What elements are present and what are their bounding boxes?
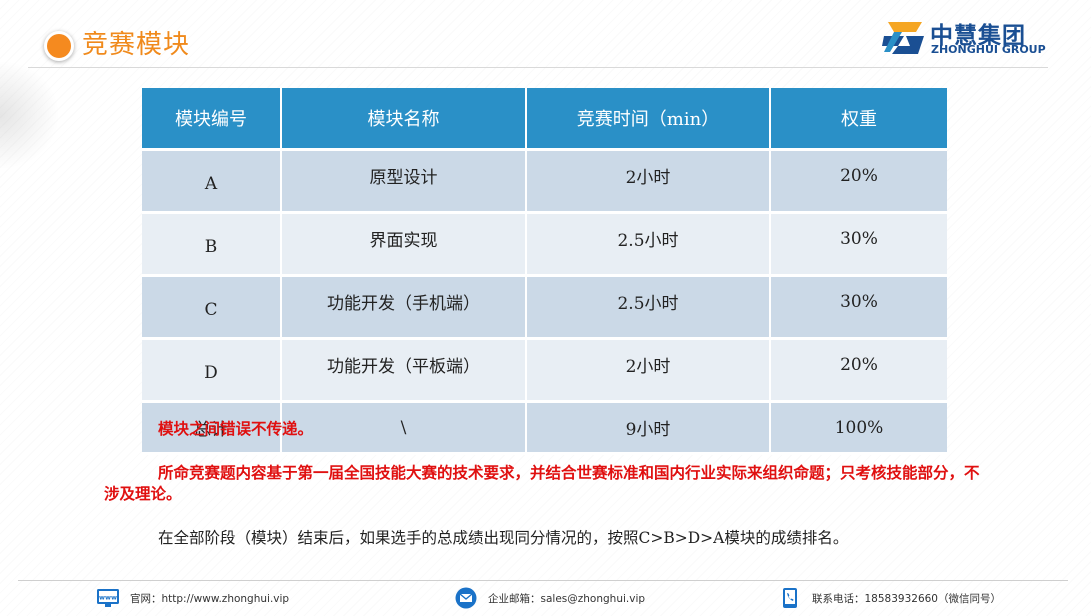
phone-text: 联系电话：18583932660（微信同号）: [812, 592, 1001, 605]
phone-icon: [783, 588, 797, 608]
website-text: 官网：http://www.zhonghui.vip: [130, 592, 290, 605]
globe-www-icon: www: [97, 589, 119, 607]
table-row: D 功能开发（平板端） 2小时 20%: [142, 338, 947, 403]
zhonghui-logo-icon: [882, 22, 924, 54]
table-row: A 原型设计 2小时 20%: [142, 149, 947, 214]
cell-module-id: C: [142, 275, 282, 340]
left-shadow-decoration: [0, 60, 60, 170]
company-logo: 中慧集团 ZHONGHUI GROUP: [882, 16, 1052, 60]
cell-weight: 20%: [770, 338, 947, 403]
header-module-name: 模块名称: [281, 88, 527, 151]
table-header-row: 模块编号 模块名称 竞赛时间（min） 权重: [142, 88, 947, 151]
note-error-rule: 模块之间错误不传递。: [158, 419, 314, 438]
cell-weight: 30%: [770, 275, 947, 340]
footer-website: www 官网：http://www.zhonghui.vip: [96, 584, 289, 612]
cell-duration: 2小时: [526, 338, 771, 403]
www-icon-label: www: [99, 594, 117, 602]
mail-icon: [455, 587, 477, 609]
email-text: 企业邮箱：sales@zhonghui.vip: [488, 592, 646, 605]
note-tie-break: 在全部阶段（模块）结束后，如果选手的总成绩出现同分情况的，按照C>B>D>A模块…: [158, 529, 849, 547]
cell-module-id: D: [142, 338, 282, 403]
cell-weight: 20%: [770, 149, 947, 214]
table-row: C 功能开发（手机端） 2.5小时 30%: [142, 275, 947, 340]
cell-module-name: 原型设计: [281, 149, 527, 214]
cell-duration: 9小时: [526, 401, 771, 455]
header-weight: 权重: [770, 88, 947, 151]
orange-bullet-icon: [44, 31, 74, 61]
module-table: 模块编号 模块名称 竞赛时间（min） 权重 A 原型设计 2小时 20% B …: [142, 88, 947, 455]
cell-module-name: \: [281, 401, 527, 455]
page-title: 竞赛模块: [82, 30, 191, 60]
cell-duration: 2.5小时: [526, 212, 771, 277]
header-module-id: 模块编号: [142, 88, 282, 151]
header-divider: [28, 67, 1048, 68]
logo-english-text: ZHONGHUI GROUP: [931, 43, 1046, 56]
table-row: B 界面实现 2.5小时 30%: [142, 212, 947, 277]
cell-module-id: B: [142, 212, 282, 277]
cell-weight: 100%: [770, 401, 947, 455]
footer-divider: [18, 580, 1068, 581]
cell-weight: 30%: [770, 212, 947, 277]
cell-duration: 2小时: [526, 149, 771, 214]
cell-module-name: 功能开发（平板端）: [281, 338, 527, 403]
footer: www 官网：http://www.zhonghui.vip 企业邮箱：sale…: [0, 584, 1091, 612]
footer-phone: 联系电话：18583932660（微信同号）: [778, 584, 1001, 612]
cell-module-id: A: [142, 149, 282, 214]
footer-email: 企业邮箱：sales@zhonghui.vip: [454, 584, 645, 612]
cell-duration: 2.5小时: [526, 275, 771, 340]
note-exam-basis: 所命竞赛题内容基于第一届全国技能大赛的技术要求，并结合世赛标准和国内行业实际来组…: [104, 463, 980, 503]
cell-module-name: 功能开发（手机端）: [281, 275, 527, 340]
cell-module-name: 界面实现: [281, 212, 527, 277]
header-duration: 竞赛时间（min）: [526, 88, 771, 151]
